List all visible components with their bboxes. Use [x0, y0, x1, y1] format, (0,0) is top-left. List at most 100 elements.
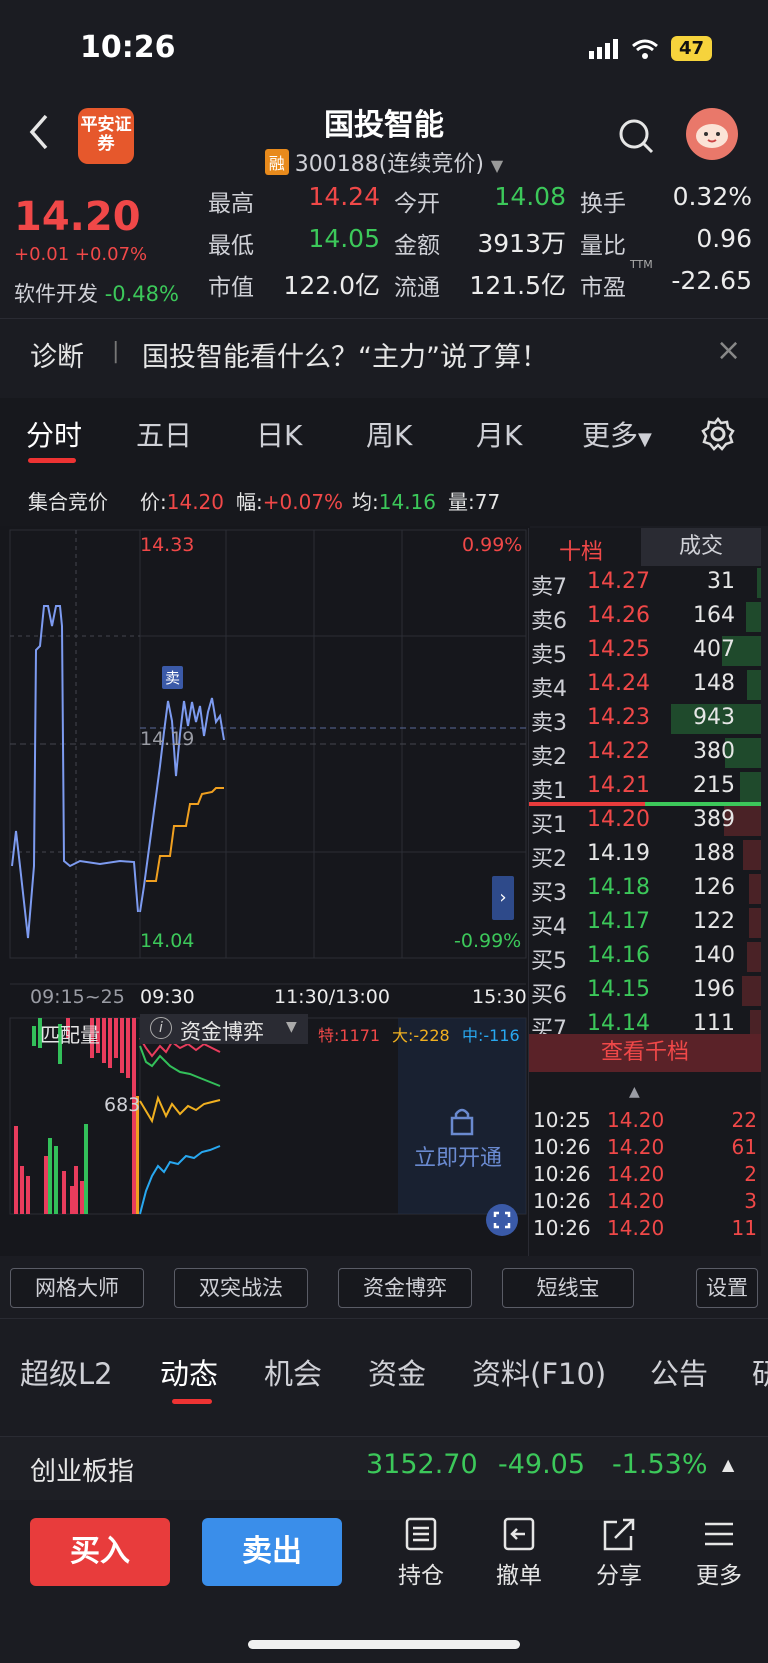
pct-bottom-label: -0.99%	[454, 930, 522, 952]
ask-row[interactable]: 卖6 14.26 164	[529, 600, 761, 634]
tab-research[interactable]: 研	[752, 1351, 768, 1393]
sell-button[interactable]: 卖出	[202, 1518, 342, 1586]
fund-line-medium	[139, 1094, 221, 1124]
level-volume: 111	[693, 1011, 735, 1036]
more-button[interactable]: 更多	[684, 1516, 754, 1590]
bid-row[interactable]: 买6 14.15 196	[529, 974, 761, 1008]
ask-row[interactable]: 卖4 14.24 148	[529, 668, 761, 702]
chevron-right-icon[interactable]: ›	[492, 876, 514, 920]
tab-f10[interactable]: 资料(F10)	[472, 1351, 606, 1393]
range-info-label: 幅:	[236, 490, 263, 514]
level-price: 14.27	[587, 569, 650, 594]
tool-grid-master[interactable]: 网格大师	[10, 1268, 144, 1308]
caret-up-icon[interactable]: ▲	[722, 1455, 734, 1474]
tab-super-l2[interactable]: 超级L2	[20, 1351, 113, 1393]
tab-five-day[interactable]: 五日	[136, 414, 192, 454]
caret-down-icon: ▼	[286, 1019, 297, 1035]
tab-news[interactable]: 动态	[160, 1351, 218, 1393]
tab-daily-k[interactable]: 日K	[256, 414, 302, 454]
ask-row[interactable]: 卖3 14.23 943	[529, 702, 761, 736]
intraday-chart[interactable]: 14.33 0.99% 14.19 14.04 -0.99% 卖 › 09:15…	[0, 526, 530, 1256]
quote-label: 换手	[580, 191, 626, 217]
trade-time: 10:25	[533, 1108, 591, 1132]
positions-icon	[405, 1517, 437, 1551]
ask-row[interactable]: 卖7 14.27 31	[529, 566, 761, 600]
tab-trades[interactable]: 成交	[641, 528, 761, 566]
avg-price-line	[146, 787, 224, 882]
volume-bar	[747, 670, 761, 700]
share-button[interactable]: 分享	[584, 1516, 654, 1590]
bid-row[interactable]: 买2 14.19 188	[529, 838, 761, 872]
index-name: 创业板指	[30, 1457, 135, 1487]
range-info: 幅:+0.07%	[236, 486, 343, 515]
quote-label: 金额	[394, 233, 440, 259]
sell-marker[interactable]: 卖	[162, 666, 184, 689]
quote-label: 最低	[208, 233, 254, 259]
tab-weekly-k[interactable]: 周K	[366, 414, 412, 454]
unlock-button[interactable]: 立即开通	[414, 1140, 502, 1172]
view-thousand-levels-button[interactable]: 查看千档	[529, 1034, 761, 1072]
level-label: 卖7	[531, 575, 567, 600]
sub-tab-matched-volume[interactable]: 匹配量	[40, 1019, 100, 1048]
level-price: 14.21	[587, 773, 650, 798]
y-axis-bottom-label: 14.04	[140, 930, 195, 952]
status-icons: 47	[588, 36, 712, 61]
tool-fund-game[interactable]: 资金博弈	[338, 1268, 472, 1308]
ask-row[interactable]: 卖5 14.25 407	[529, 634, 761, 668]
quote-value: 121.5亿	[469, 271, 566, 300]
trade-volume: 22	[731, 1108, 757, 1132]
tab-opportunity[interactable]: 机会	[264, 1351, 322, 1393]
price-info-value: 14.20	[166, 490, 225, 514]
bid-row[interactable]: 买3 14.18 126	[529, 872, 761, 906]
tab-intraday[interactable]: 分时	[26, 414, 82, 454]
auction-price-line	[11, 605, 139, 939]
tab-monthly-k[interactable]: 月K	[476, 414, 522, 454]
positions-button[interactable]: 持仓	[386, 1516, 456, 1590]
sub-tab-fund-game[interactable]: i 资金博弈 ▼	[140, 1014, 308, 1044]
signal-icon	[588, 38, 618, 59]
level-volume: 943	[693, 705, 735, 730]
tab-announcements[interactable]: 公告	[650, 1351, 708, 1393]
caret-down-icon: ▼	[638, 429, 652, 450]
ask-row[interactable]: 卖2 14.22 380	[529, 736, 761, 770]
trade-volume: 61	[731, 1135, 757, 1159]
tool-settings[interactable]: 设置	[696, 1268, 758, 1308]
diagnose-banner[interactable]: 诊断 | 国投智能看什么？“主力”说了算！ ×	[0, 318, 768, 385]
avg-info-label: 均:	[352, 490, 379, 514]
x-axis-label: 09:15~25	[30, 986, 125, 1008]
cancel-order-button[interactable]: 撤单	[484, 1516, 554, 1590]
buy-button[interactable]: 买入	[30, 1518, 170, 1586]
quote-value: 14.08	[494, 182, 566, 211]
trade-price: 14.20	[607, 1162, 665, 1186]
expand-icon[interactable]	[486, 1204, 518, 1236]
level-label: 买2	[531, 847, 567, 872]
tool-short-line[interactable]: 短线宝	[502, 1268, 634, 1308]
close-icon[interactable]: ×	[716, 333, 741, 368]
avatar-face-icon	[696, 124, 728, 148]
tab-ten-levels[interactable]: 十档	[559, 534, 603, 566]
gear-icon[interactable]	[700, 416, 736, 452]
bid-row[interactable]: 买1 14.20 389	[529, 804, 761, 838]
index-ticker[interactable]: 创业板指 3152.70 -49.05 -1.53% ▲	[0, 1436, 768, 1502]
level-label: 买3	[531, 881, 567, 906]
info-icon[interactable]: i	[150, 1017, 172, 1039]
pct-top-label: 0.99%	[462, 534, 523, 556]
search-icon[interactable]	[616, 116, 656, 156]
trade-time: 10:26	[533, 1189, 591, 1213]
bid-row[interactable]: 买4 14.17 122	[529, 906, 761, 940]
level-volume: 196	[693, 977, 735, 1002]
vol-info: 量:77	[448, 486, 500, 515]
fund-stat-large: 大:-228	[392, 1026, 450, 1045]
level-label: 卖4	[531, 677, 567, 702]
quote-value: 14.24	[308, 182, 380, 211]
tab-more[interactable]: 更多▼	[582, 414, 652, 454]
caret-up-icon: ▲	[629, 1084, 640, 1100]
sector-link[interactable]: 软件开发 -0.48%	[14, 278, 179, 308]
ask-row[interactable]: 卖1 14.21 215	[529, 770, 761, 804]
fund-stat-medium: 中:-116	[462, 1026, 520, 1045]
vol-info-value: 77	[474, 490, 501, 514]
bid-row[interactable]: 买5 14.16 140	[529, 940, 761, 974]
tool-double-breakout[interactable]: 双突战法	[174, 1268, 308, 1308]
avatar[interactable]	[686, 108, 738, 160]
tab-funds[interactable]: 资金	[368, 1351, 426, 1393]
